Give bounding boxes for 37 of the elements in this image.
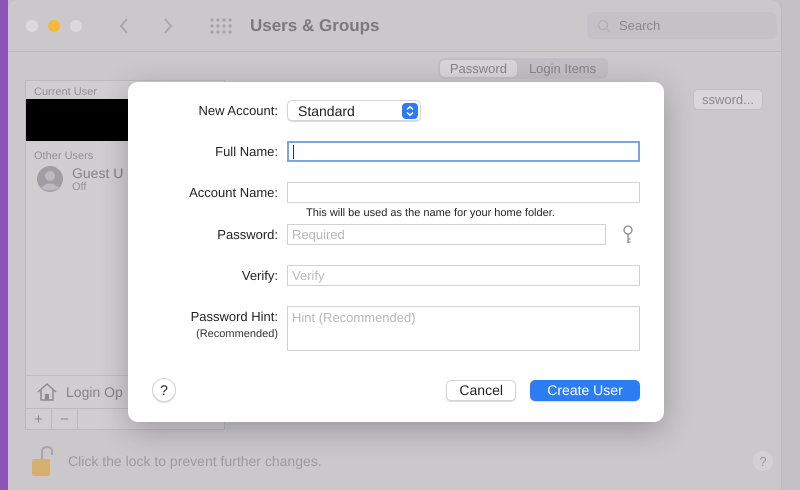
cancel-button[interactable]: Cancel bbox=[446, 380, 516, 400]
login-options-item[interactable]: Login Op bbox=[66, 384, 123, 400]
house-icon bbox=[36, 382, 58, 402]
grid-icon[interactable] bbox=[210, 18, 232, 34]
avatar-icon bbox=[36, 165, 64, 193]
field-sublabel: (Recommended) bbox=[196, 328, 278, 340]
search-field[interactable]: Search bbox=[587, 12, 777, 39]
help-button[interactable]: ? bbox=[753, 451, 773, 471]
field-label: Verify: bbox=[242, 267, 278, 285]
back-icon[interactable] bbox=[118, 16, 130, 34]
field-label: Account Name: bbox=[189, 184, 278, 202]
field-label: Full Name: bbox=[215, 143, 278, 161]
account-type-popup[interactable]: Standard bbox=[287, 100, 421, 121]
tab[interactable]: Login Items bbox=[518, 60, 606, 77]
input-field[interactable]: Verify bbox=[287, 265, 640, 286]
key-icon[interactable] bbox=[622, 224, 634, 244]
user-name[interactable]: Guest U bbox=[72, 165, 124, 181]
hint-field[interactable]: Hint (Recommended) bbox=[287, 306, 640, 351]
user-status: Off bbox=[72, 181, 88, 193]
field-label: Password Hint: bbox=[190, 308, 278, 326]
password-field[interactable]: Required bbox=[287, 224, 606, 245]
window-title: Users & Groups bbox=[250, 16, 380, 36]
forward-icon[interactable] bbox=[162, 16, 174, 34]
help-button[interactable]: ? bbox=[152, 378, 176, 402]
stepper-icon bbox=[402, 102, 418, 118]
field-label: New Account: bbox=[198, 102, 278, 120]
change-password-button[interactable]: ssword... bbox=[692, 89, 763, 110]
list-button[interactable]: − bbox=[52, 409, 78, 429]
section-label: Current User bbox=[33, 85, 98, 99]
minimize-button[interactable] bbox=[48, 20, 60, 32]
create-user-button[interactable]: Create User bbox=[530, 380, 640, 400]
tab[interactable]: Password bbox=[440, 60, 517, 77]
field-label: Password: bbox=[217, 226, 278, 244]
list-button[interactable]: + bbox=[26, 409, 52, 429]
input-field[interactable] bbox=[287, 182, 640, 203]
field-note: This will be used as the name for your home folder. bbox=[306, 207, 556, 219]
input-field[interactable] bbox=[287, 141, 640, 162]
